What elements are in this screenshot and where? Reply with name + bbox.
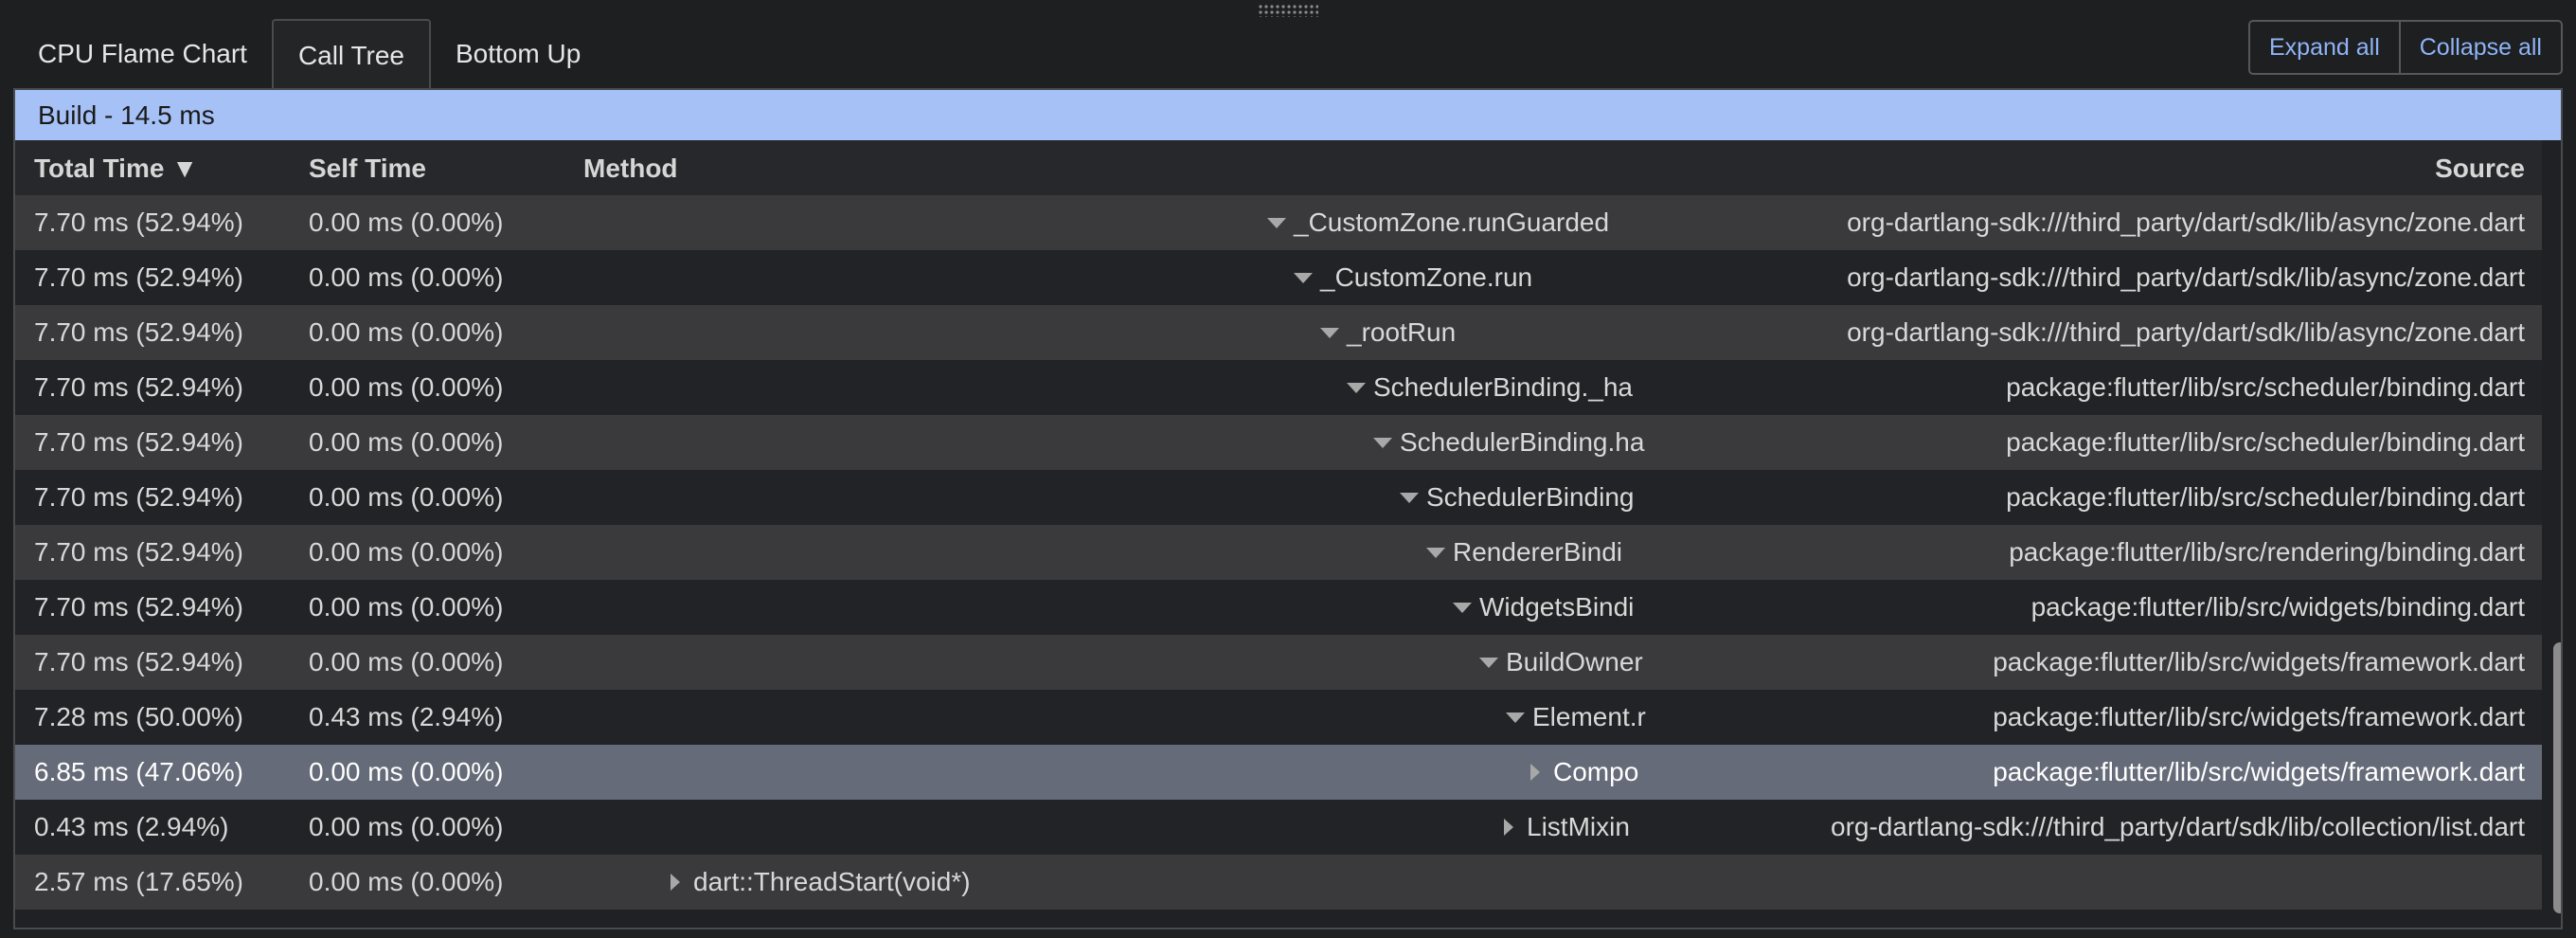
collapse-triangle-icon[interactable]	[1506, 712, 1525, 723]
table-row[interactable]: 7.70 ms (52.94%) 0.00 ms (0.00%) RendererB…	[15, 525, 2542, 580]
table-row[interactable]: 7.70 ms (52.94%) 0.00 ms (0.00%) WidgetsBi…	[15, 580, 2542, 635]
self-time-cell: 0.00 ms (0.00%)	[309, 427, 504, 457]
self-time-cell: 0.00 ms (0.00%)	[309, 812, 504, 841]
source-cell: org-dartlang-sdk:///third_party/dart/sdk…	[1831, 812, 2525, 841]
table-row[interactable]: 6.85 ms (47.06%) 0.00 ms (0.00%) Compo pack…	[15, 745, 2542, 800]
method-header[interactable]: Method	[583, 153, 678, 184]
total-time-cell: 7.70 ms (52.94%)	[34, 537, 243, 567]
self-time-cell: 0.43 ms (2.94%)	[309, 702, 504, 731]
total-time-cell: 7.70 ms (52.94%)	[34, 207, 243, 237]
table-row[interactable]: 7.70 ms (52.94%) 0.00 ms (0.00%) Scheduler…	[15, 470, 2542, 525]
source-cell: org-dartlang-sdk:///third_party/dart/sdk…	[1847, 317, 2525, 347]
table-row[interactable]: 7.70 ms (52.94%) 0.00 ms (0.00%) BuildOwne…	[15, 635, 2542, 690]
vertical-scrollbar[interactable]	[2553, 642, 2561, 913]
self-time-cell: 0.00 ms (0.00%)	[309, 647, 504, 676]
self-time-header[interactable]: Self Time	[309, 153, 426, 184]
method-name: _rootRun	[1347, 317, 1457, 347]
collapse-all-button[interactable]: Collapse all	[2398, 22, 2561, 73]
self-time-cell: 0.00 ms (0.00%)	[309, 372, 504, 402]
expand-triangle-icon[interactable]	[1530, 764, 1540, 781]
method-name: SchedulerBinding._ha	[1373, 372, 1633, 402]
tab-bottom-up[interactable]: Bottom Up	[431, 19, 605, 88]
collapse-triangle-icon[interactable]	[1479, 657, 1498, 668]
self-time-cell: 0.00 ms (0.00%)	[309, 207, 504, 237]
source-cell: package:flutter/lib/src/widgets/framewor…	[1993, 702, 2525, 731]
table-row[interactable]: 7.28 ms (50.00%) 0.43 ms (2.94%) Element.r…	[15, 690, 2542, 745]
source-cell: package:flutter/lib/src/widgets/framewor…	[1993, 757, 2525, 786]
table-header: Total Time ▼ Self Time Method Source	[15, 140, 2542, 195]
table-row[interactable]: 7.70 ms (52.94%) 0.00 ms (0.00%) Scheduler…	[15, 360, 2542, 415]
method-name: _CustomZone.run	[1320, 262, 1533, 292]
collapse-triangle-icon[interactable]	[1426, 547, 1445, 558]
total-time-cell: 0.43 ms (2.94%)	[34, 812, 229, 841]
table-row[interactable]: 7.70 ms (52.94%) 0.00 ms (0.00%) Scheduler…	[15, 415, 2542, 470]
build-event-bar: Build - 14.5 ms	[15, 90, 2561, 140]
total-time-cell: 2.57 ms (17.65%)	[34, 867, 243, 896]
method-cell: _CustomZone.runGuarded	[1267, 195, 1644, 250]
build-event-label: Build - 14.5 ms	[38, 99, 215, 130]
self-time-cell: 0.00 ms (0.00%)	[309, 592, 504, 622]
method-cell: _CustomZone.run	[1294, 250, 1644, 305]
total-time-cell: 7.70 ms (52.94%)	[34, 372, 243, 402]
call-tree-panel: Build - 14.5 ms Total Time ▼ Self Time M…	[13, 88, 2563, 929]
self-time-cell: 0.00 ms (0.00%)	[309, 262, 504, 292]
table-body: 7.70 ms (52.94%) 0.00 ms (0.00%) _CustomZo…	[15, 195, 2542, 910]
panel-resize-handle[interactable]	[1258, 4, 1318, 17]
table-row[interactable]: 0.43 ms (2.94%) 0.00 ms (0.00%) ListMixin o…	[15, 800, 2542, 855]
table-row[interactable]: 7.70 ms (52.94%) 0.00 ms (0.00%) _CustomZo…	[15, 195, 2542, 250]
total-time-cell: 7.70 ms (52.94%)	[34, 592, 243, 622]
source-cell: package:flutter/lib/src/widgets/binding.…	[2030, 592, 2525, 622]
expand-triangle-icon[interactable]	[1504, 819, 1513, 836]
self-time-cell: 0.00 ms (0.00%)	[309, 317, 504, 347]
table-row[interactable]: 7.70 ms (52.94%) 0.00 ms (0.00%) _CustomZo…	[15, 250, 2542, 305]
source-cell: package:flutter/lib/src/scheduler/bindin…	[2006, 427, 2525, 457]
collapse-triangle-icon[interactable]	[1373, 437, 1392, 448]
expand-triangle-icon[interactable]	[671, 874, 680, 891]
total-time-header[interactable]: Total Time ▼	[34, 153, 198, 184]
table-row[interactable]: 2.57 ms (17.65%) 0.00 ms (0.00%) dart::Thr…	[15, 855, 2542, 910]
total-time-cell: 7.70 ms (52.94%)	[34, 427, 243, 457]
expand-collapse-group: Expand all Collapse all	[2248, 20, 2563, 75]
expand-all-button[interactable]: Expand all	[2250, 22, 2399, 73]
total-time-cell: 7.70 ms (52.94%)	[34, 482, 243, 512]
source-cell: package:flutter/lib/src/rendering/bindin…	[2009, 537, 2525, 567]
total-time-cell: 7.70 ms (52.94%)	[34, 262, 243, 292]
source-cell: package:flutter/lib/src/scheduler/bindin…	[2006, 372, 2525, 402]
collapse-triangle-icon[interactable]	[1453, 602, 1472, 613]
tab-cpu-flame-chart[interactable]: CPU Flame Chart	[13, 19, 272, 88]
source-header[interactable]: Source	[2435, 153, 2525, 184]
total-time-cell: 7.70 ms (52.94%)	[34, 317, 243, 347]
method-name: _CustomZone.runGuarded	[1294, 207, 1610, 237]
source-cell: package:flutter/lib/src/scheduler/bindin…	[2006, 482, 2525, 512]
self-time-cell: 0.00 ms (0.00%)	[309, 757, 504, 786]
collapse-triangle-icon[interactable]	[1267, 217, 1286, 228]
collapse-triangle-icon[interactable]	[1400, 492, 1419, 503]
total-time-cell: 7.70 ms (52.94%)	[34, 647, 243, 676]
tab-call-tree[interactable]: Call Tree	[271, 19, 431, 90]
collapse-triangle-icon[interactable]	[1347, 382, 1366, 393]
profiler-tabs: CPU Flame Chart Call Tree Bottom Up	[13, 19, 605, 90]
source-cell: package:flutter/lib/src/widgets/framewor…	[1993, 647, 2525, 676]
method-name: dart::ThreadStart(void*)	[693, 867, 971, 896]
self-time-cell: 0.00 ms (0.00%)	[309, 537, 504, 567]
total-time-cell: 7.28 ms (50.00%)	[34, 702, 243, 731]
table-row[interactable]: 7.70 ms (52.94%) 0.00 ms (0.00%) _rootRun o…	[15, 305, 2542, 360]
source-cell	[1597, 855, 2525, 910]
self-time-cell: 0.00 ms (0.00%)	[309, 867, 504, 896]
source-cell: org-dartlang-sdk:///third_party/dart/sdk…	[1847, 262, 2525, 292]
collapse-triangle-icon[interactable]	[1320, 327, 1339, 338]
collapse-triangle-icon[interactable]	[1294, 272, 1313, 283]
method-cell: _rootRun	[1320, 305, 1644, 360]
total-time-cell: 6.85 ms (47.06%)	[34, 757, 243, 786]
self-time-cell: 0.00 ms (0.00%)	[309, 482, 504, 512]
call-tree-table: Total Time ▼ Self Time Method Source 7.7…	[15, 140, 2542, 910]
source-cell: org-dartlang-sdk:///third_party/dart/sdk…	[1847, 207, 2525, 237]
